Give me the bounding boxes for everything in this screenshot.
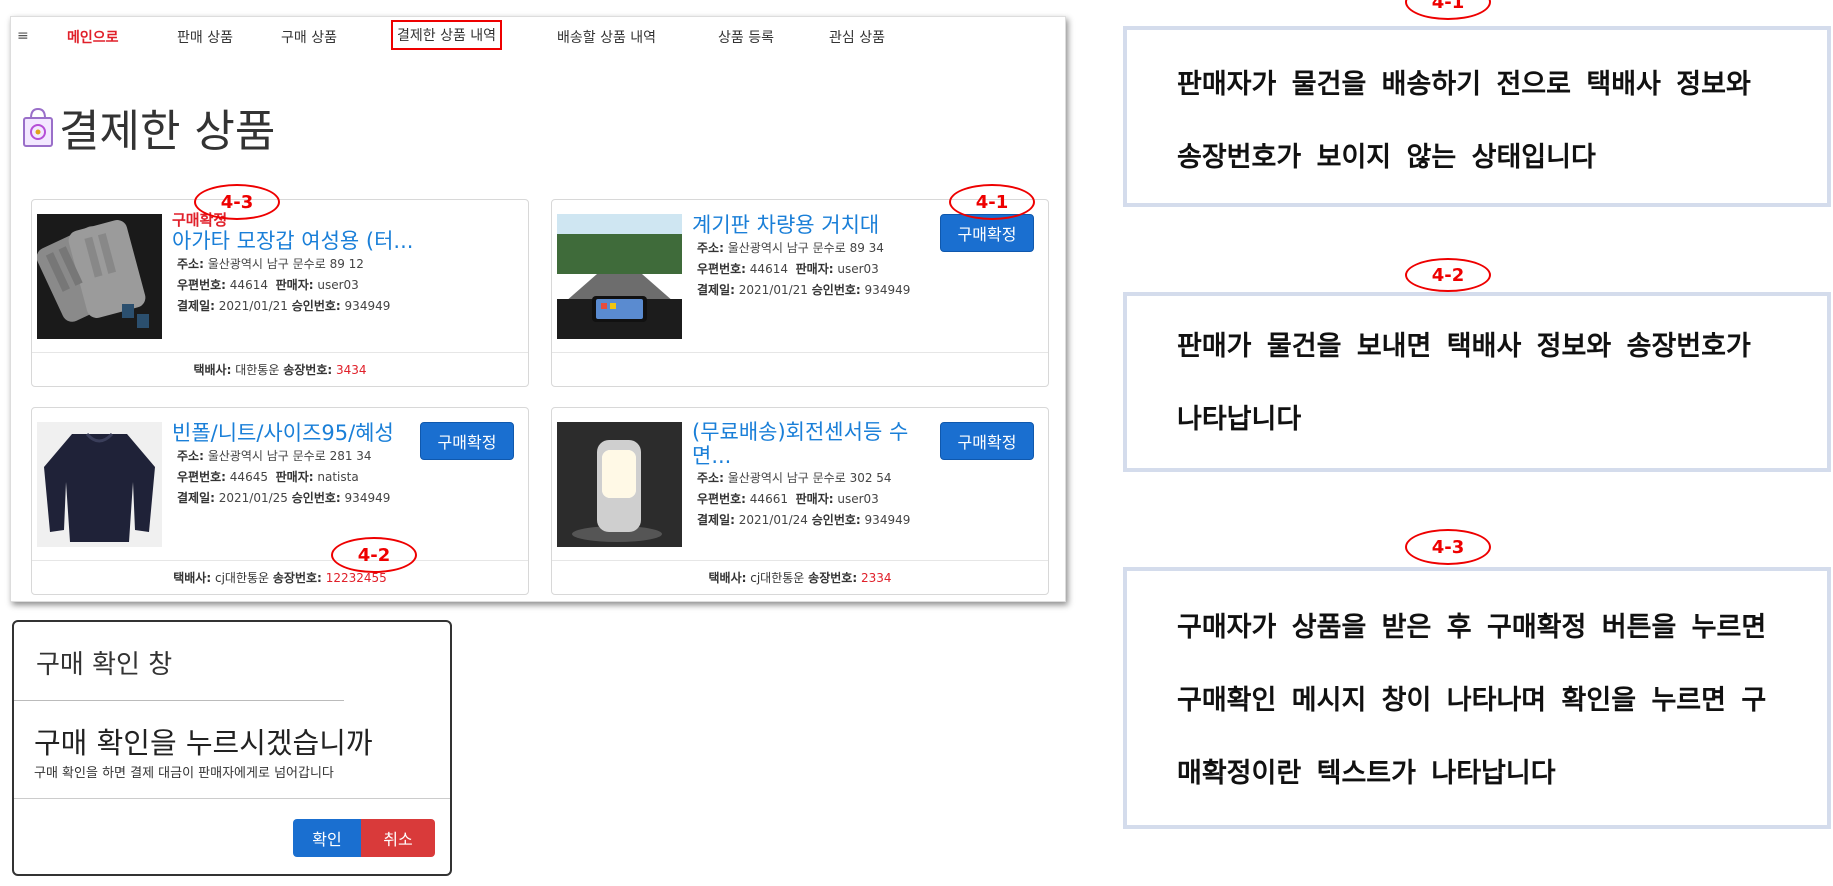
order-card-body: 구매확정 아가타 모장갑 여성용 (터... 주소: 울산광역시 남구 문수로 … [172, 212, 512, 317]
note-line: 판매자가 물건을 배송하기 전으로 택배사 정보와 [1177, 69, 1751, 100]
product-title[interactable]: (무료배송)회전센서등 수면... [692, 420, 927, 468]
top-navigation: ≡ 메인으로 판매 상품 구매 상품 결제한 상품 내역 배송할 상품 내역 상… [11, 17, 1065, 55]
shipping-info: 택배사: cj대한통운 송장번호: 12232455 [32, 560, 528, 594]
note-line: 송장번호가 보이지 않는 상태입니다 [1177, 142, 1596, 173]
nav-buy-products[interactable]: 구매 상품 [281, 27, 337, 47]
page-title: 결제한 상품 [21, 97, 275, 157]
order-card: 빈폴/니트/사이즈95/혜성 주소: 울산광역시 남구 문수로 281 34 우… [31, 407, 529, 595]
note-line: 나타납니다 [1177, 404, 1302, 435]
note-tag-4-3: 4-3 [1405, 529, 1491, 565]
note-line: 구매확인 메시지 창이 나타나며 확인을 누르면 구 [1177, 685, 1767, 716]
note-line: 판매가 물건을 보내면 택배사 정보와 송장번호가 [1177, 331, 1751, 362]
modal-description: 구매 확인을 하면 결제 대금이 판매자에게로 넘어갑니다 [34, 766, 334, 781]
shipping-info: 택배사: 대한통운 송장번호: 3434 [32, 352, 528, 386]
modal-heading: 구매 확인을 누르시겠습니까 [34, 726, 373, 760]
product-image-knit [37, 422, 162, 547]
annotation-4-2: 4-2 [331, 537, 417, 573]
note-tag-4-2: 4-2 [1405, 258, 1491, 292]
modal-footer-divider [14, 798, 450, 799]
confirm-purchase-button[interactable]: 구매확정 [940, 422, 1034, 460]
modal-cancel-button[interactable]: 취소 [361, 819, 435, 857]
product-image-car-mount [557, 214, 682, 339]
product-image-gloves [37, 214, 162, 339]
purchase-confirm-modal: 구매 확인 창 구매 확인을 누르시겠습니까 구매 확인을 하면 결제 대금이 … [12, 620, 452, 876]
note-line: 매확정이란 텍스트가 나타납니다 [1177, 758, 1556, 789]
nav-favorite-products[interactable]: 관심 상품 [829, 27, 885, 47]
nav-home[interactable]: 메인으로 [67, 27, 119, 47]
hamburger-menu-icon[interactable]: ≡ [17, 28, 29, 44]
nav-register-product[interactable]: 상품 등록 [718, 27, 774, 47]
shipping-info-empty [552, 352, 1048, 386]
shipping-info: 택배사: cj대한통운 송장번호: 2334 [552, 560, 1048, 594]
annotation-4-1: 4-1 [949, 184, 1035, 220]
note-box-4-3: 구매자가 상품을 받은 후 구매확정 버튼을 누르면 구매확인 메시지 창이 나… [1123, 567, 1831, 829]
nav-paid-products[interactable]: 결제한 상품 내역 [391, 20, 503, 50]
product-image-sensor-light [557, 422, 682, 547]
modal-ok-button[interactable]: 확인 [293, 819, 361, 857]
note-box-4-2: 판매가 물건을 보내면 택배사 정보와 송장번호가 나타납니다 [1123, 292, 1831, 472]
product-title[interactable]: 아가타 모장갑 여성용 (터... [172, 228, 512, 254]
confirm-purchase-button[interactable]: 구매확정 [420, 422, 514, 460]
order-info: 주소: 울산광역시 남구 문수로 302 54 우편번호: 44661 판매자:… [697, 471, 911, 527]
note-line: 구매자가 상품을 받은 후 구매확정 버튼을 누르면 [1177, 612, 1767, 643]
nav-sell-products[interactable]: 판매 상품 [177, 27, 233, 47]
annotation-4-3: 4-3 [194, 184, 280, 220]
nav-to-ship-products[interactable]: 배송할 상품 내역 [557, 27, 656, 47]
order-card: (무료배송)회전센서등 수면... 주소: 울산광역시 남구 문수로 302 5… [551, 407, 1049, 595]
shopping-bag-icon [23, 107, 53, 147]
order-card: 구매확정 아가타 모장갑 여성용 (터... 주소: 울산광역시 남구 문수로 … [31, 199, 529, 387]
page-title-text: 결제한 상품 [59, 106, 276, 157]
note-box-4-1: 판매자가 물건을 배송하기 전으로 택배사 정보와 송장번호가 보이지 않는 상… [1123, 26, 1831, 207]
order-card: 계기판 차량용 거치대 주소: 울산광역시 남구 문수로 89 34 우편번호:… [551, 199, 1049, 387]
order-info: 주소: 울산광역시 남구 문수로 89 12 우편번호: 44614 판매자: … [177, 257, 391, 313]
modal-title: 구매 확인 창 [36, 650, 173, 680]
note-tag-4-1: 4-1 [1405, 0, 1491, 20]
modal-divider [14, 700, 344, 701]
web-page-screenshot: ≡ 메인으로 판매 상품 구매 상품 결제한 상품 내역 배송할 상품 내역 상… [10, 16, 1066, 602]
